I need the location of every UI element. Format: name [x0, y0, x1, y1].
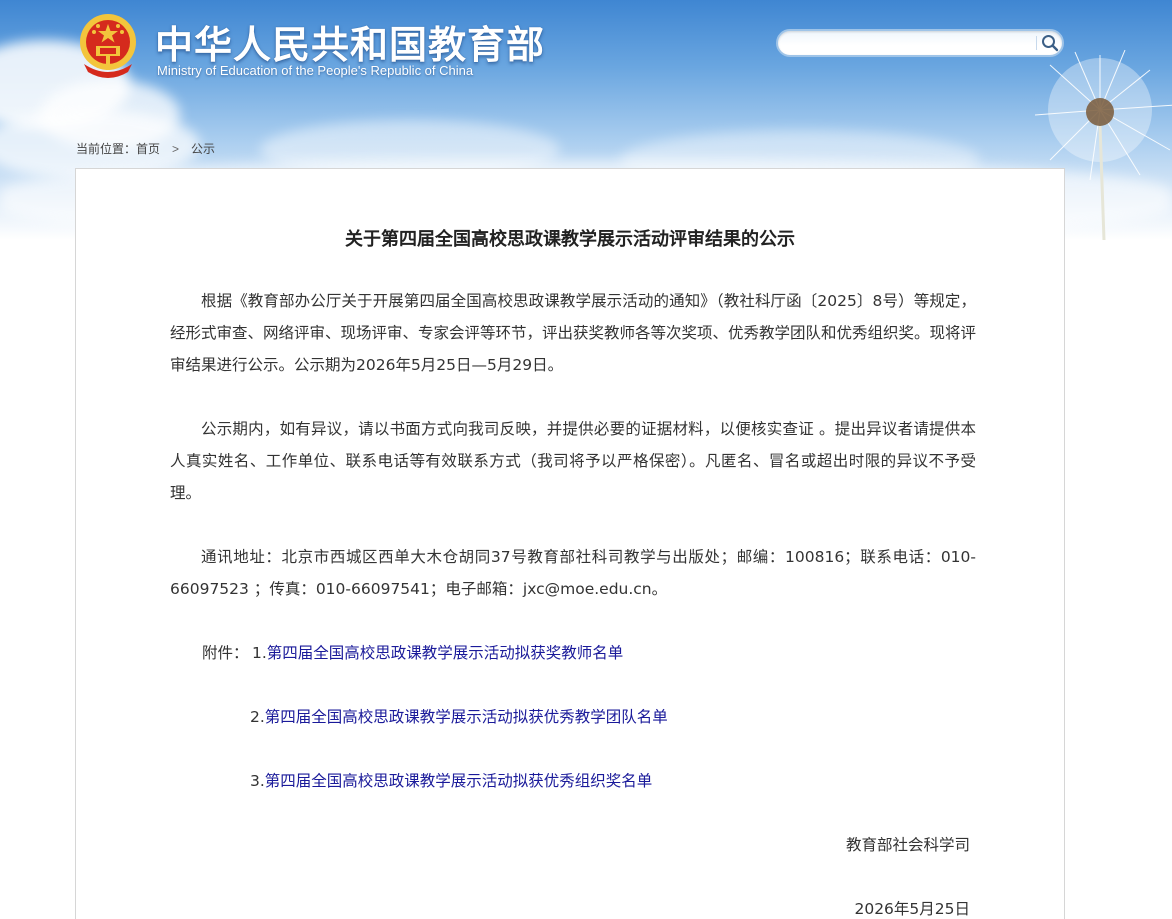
attachment-number: 3. — [250, 772, 265, 790]
attachment-item: 1.第四届全国高校思政课教学展示活动拟获奖教师名单 — [252, 637, 623, 669]
attachment-number: 1. — [252, 644, 267, 662]
site-subtitle: Ministry of Education of the People's Re… — [157, 63, 474, 78]
attachment-item: 2.第四届全国高校思政课教学展示活动拟获优秀教学团队名单 — [250, 701, 668, 733]
breadcrumb-separator: > — [172, 142, 180, 156]
search-icon[interactable] — [1040, 33, 1060, 53]
attachment-item: 3.第四届全国高校思政课教学展示活动拟获优秀组织奖名单 — [250, 765, 652, 797]
article-paragraph: 通讯地址：北京市西城区西单大木仓胡同37号教育部社科司教学与出版处；邮编：100… — [170, 548, 976, 598]
article-signoff: 教育部社会科学司 — [845, 836, 970, 854]
breadcrumb-home-link[interactable]: 首页 — [136, 142, 160, 156]
search-box — [776, 29, 1064, 57]
search-input[interactable] — [788, 34, 1028, 52]
breadcrumb-prefix: 当前位置： — [76, 142, 137, 156]
article-panel: 关于第四届全国高校思政课教学展示活动评审结果的公示 根据《教育部办公厅关于开展第… — [75, 168, 1065, 919]
breadcrumb-current-link[interactable]: 公示 — [191, 142, 215, 156]
site-title[interactable]: 中华人民共和国教育部 — [155, 14, 545, 69]
attachment-link-3[interactable]: 第四届全国高校思政课教学展示活动拟获优秀组织奖名单 — [265, 772, 653, 790]
attachment-link-2[interactable]: 第四届全国高校思政课教学展示活动拟获优秀教学团队名单 — [265, 708, 668, 726]
attachments-label: 附件： — [202, 644, 249, 662]
attachment-link-1[interactable]: 第四届全国高校思政课教学展示活动拟获奖教师名单 — [267, 644, 624, 662]
article-paragraph: 公示期内，如有异议，请以书面方式向我司反映，并提供必要的证据材料，以便核实查证 … — [170, 420, 976, 502]
article-paragraph: 根据《教育部办公厅关于开展第四届全国高校思政课教学展示活动的通知》（教社科厅函〔… — [170, 292, 977, 374]
national-emblem-icon — [80, 14, 136, 78]
breadcrumb: 当前位置：首页 > 公示 — [76, 140, 215, 157]
attachment-number: 2. — [250, 708, 265, 726]
article-date: 2026年5月25日 — [854, 900, 970, 918]
article-title: 关于第四届全国高校思政课教学展示活动评审结果的公示 — [345, 229, 795, 250]
